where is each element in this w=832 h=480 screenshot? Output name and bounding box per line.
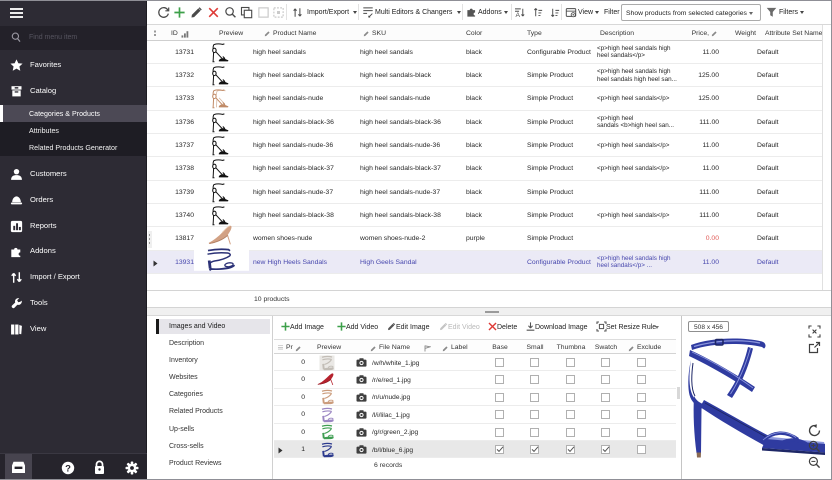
svg-text:?: ? <box>65 463 71 474</box>
svg-text:A: A <box>515 12 520 18</box>
